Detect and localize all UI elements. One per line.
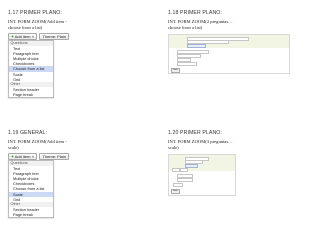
slide-caption: INT. FORM ZOOM(3 preguntas…scale) (168, 139, 233, 150)
chevron-down-icon: ▼ (31, 154, 35, 159)
done-button[interactable]: Done (171, 189, 180, 194)
done-button[interactable]: Done (171, 68, 180, 73)
theme-label: Theme: (42, 33, 57, 39)
scale-max-select[interactable] (180, 167, 188, 172)
slide-heading: 1.17 PRIMER PLANO: (8, 10, 62, 16)
option-field[interactable] (177, 62, 197, 67)
form-toolbar: + Add item ▼ Theme: Plain (8, 33, 70, 40)
scale-min-select[interactable] (172, 167, 180, 172)
menu-item-page-break[interactable]: Page break (9, 92, 53, 97)
theme-value: Plain (57, 33, 66, 39)
add-item-label: Add item (14, 153, 31, 159)
slide-caption: INT. FORM ZOOM(Add item - choose from a … (8, 19, 67, 30)
form-editor-screenshot: Done (168, 34, 290, 74)
slide-heading: 1.19 GENERAL: (8, 130, 48, 136)
slide-heading: 1.18 PRIMER PLANO: (168, 10, 222, 16)
add-item-button[interactable]: + Add item ▼ (8, 153, 38, 160)
slide-caption: INT. FORM ZOOM(Add item - scale) (8, 139, 67, 150)
form-toolbar: + Add item ▼ Theme: Plain (8, 153, 70, 160)
theme-label: Theme: (42, 153, 57, 159)
theme-button[interactable]: Theme: Plain (39, 153, 69, 160)
add-item-label: Add item (14, 33, 31, 39)
slide-1-20: 1.20 PRIMER PLANO: INT. FORM ZOOM(3 preg… (160, 120, 320, 240)
chevron-down-icon: ▼ (31, 34, 35, 39)
slide-1-19: 1.19 GENERAL: INT. FORM ZOOM(Add item - … (0, 120, 160, 240)
add-item-button[interactable]: + Add item ▼ (8, 33, 38, 40)
plus-icon: + (11, 33, 14, 39)
scale-label-field[interactable] (177, 178, 193, 183)
slide-heading: 1.20 PRIMER PLANO: (168, 130, 222, 136)
required-checkbox-row[interactable] (173, 183, 183, 188)
slide-caption: INT. FORM ZOOM(2 preguntas…choose from a… (168, 19, 233, 30)
menu-item-page-break[interactable]: Page break (9, 212, 53, 217)
add-item-menu: Questions Text Paragraph text Multiple c… (8, 40, 54, 99)
plus-icon: + (11, 153, 14, 159)
theme-value: Plain (57, 153, 66, 159)
form-editor-screenshot: Done (168, 154, 236, 196)
add-item-menu: Questions Text Paragraph text Multiple c… (8, 160, 54, 219)
question-type-select[interactable] (187, 43, 207, 49)
slide-1-17: 1.17 PRIMER PLANO: INT. FORM ZOOM(Add it… (0, 0, 160, 120)
slide-1-18: 1.18 PRIMER PLANO: INT. FORM ZOOM(2 preg… (160, 0, 320, 120)
theme-button[interactable]: Theme: Plain (39, 33, 69, 40)
